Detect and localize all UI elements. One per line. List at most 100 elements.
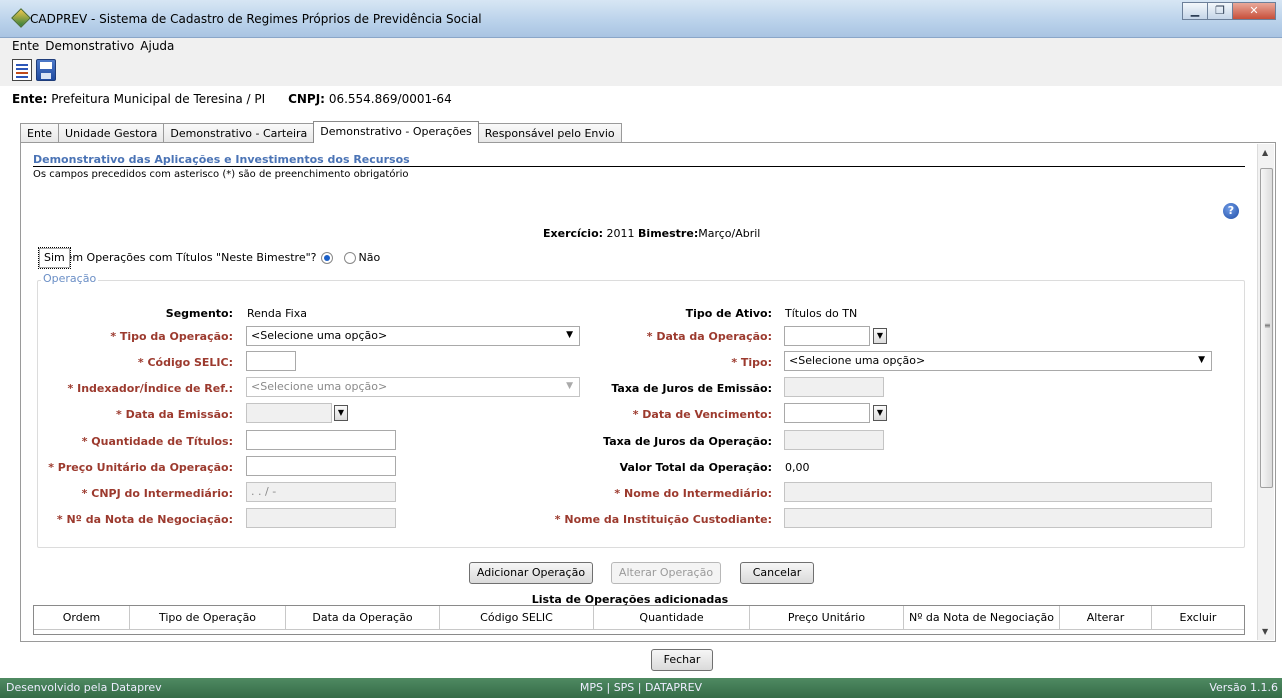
valor-total-value: 0,00 bbox=[785, 461, 810, 474]
cnpj-intermediario-input[interactable]: . . / - bbox=[246, 482, 396, 502]
radio-sim[interactable] bbox=[320, 251, 333, 264]
data-vencimento-label: * Data de Vencimento: bbox=[632, 408, 772, 421]
ente-info: Ente: Prefeitura Municipal de Teresina /… bbox=[12, 92, 452, 106]
segmento-label: Segmento: bbox=[165, 307, 233, 320]
radio-nao-label[interactable]: Não bbox=[359, 251, 381, 264]
calendar-dropdown-icon[interactable]: ▼ bbox=[873, 328, 887, 344]
taxa-emissao-input[interactable] bbox=[784, 377, 884, 397]
data-vencimento-input[interactable] bbox=[784, 403, 870, 423]
tipo-label: * Tipo: bbox=[731, 356, 772, 369]
data-operacao-input[interactable] bbox=[784, 326, 870, 346]
tab-demonstrativo-operacoes[interactable]: Demonstrativo - Operações bbox=[313, 121, 479, 143]
preco-label: * Preço Unitário da Operação: bbox=[48, 461, 233, 474]
operacao-legend: Operação bbox=[41, 272, 99, 285]
table-header: Ordem Tipo de Operação Data da Operação … bbox=[34, 606, 1244, 630]
section-divider bbox=[33, 166, 1245, 167]
indexador-label: * Indexador/Índice de Ref.: bbox=[67, 382, 233, 395]
cancelar-button[interactable]: Cancelar bbox=[740, 562, 814, 584]
data-operacao-label: * Data da Operação: bbox=[646, 330, 772, 343]
radio-nao[interactable] bbox=[343, 251, 356, 264]
tipo-select[interactable]: <Selecione uma opção> ▼ bbox=[784, 351, 1212, 371]
section-title: Demonstrativo das Aplicações e Investime… bbox=[33, 153, 410, 166]
status-version: Versão 1.1.6 bbox=[1209, 681, 1278, 694]
tab-demonstrativo-carteira[interactable]: Demonstrativo - Carteira bbox=[163, 123, 315, 143]
col-preco-unitario[interactable]: Preço Unitário bbox=[750, 606, 904, 629]
valor-total-label: Valor Total da Operação: bbox=[619, 461, 772, 474]
menu-ente[interactable]: Ente bbox=[0, 38, 43, 53]
scroll-up-icon[interactable]: ▲ bbox=[1262, 148, 1268, 157]
custodiante-label: * Nome da Instituição Custodiante: bbox=[554, 513, 772, 526]
title-bar: CADPREV - Sistema de Cadastro de Regimes… bbox=[0, 0, 1282, 38]
question-text: Existem Operações com Títulos "Neste Bim… bbox=[39, 251, 317, 264]
col-tipo-operacao[interactable]: Tipo de Operação bbox=[130, 606, 286, 629]
tab-unidade-gestora[interactable]: Unidade Gestora bbox=[58, 123, 165, 143]
nota-negociacao-label: * Nº da Nota de Negociação: bbox=[56, 513, 233, 526]
taxa-operacao-label: Taxa de Juros da Operação: bbox=[603, 435, 772, 448]
segmento-value: Renda Fixa bbox=[247, 307, 307, 320]
alterar-operacao-button[interactable]: Alterar Operação bbox=[611, 562, 721, 584]
save-icon[interactable] bbox=[36, 59, 56, 81]
col-codigo-selic[interactable]: Código SELIC bbox=[440, 606, 594, 629]
ente-label: Ente: bbox=[12, 92, 48, 106]
fechar-button[interactable]: Fechar bbox=[651, 649, 713, 671]
calendar-dropdown-icon[interactable]: ▼ bbox=[334, 405, 348, 421]
ente-value: Prefeitura Municipal de Teresina / PI bbox=[51, 92, 266, 106]
col-ordem[interactable]: Ordem bbox=[34, 606, 130, 629]
document-icon[interactable] bbox=[12, 59, 32, 81]
codigo-selic-input[interactable] bbox=[246, 351, 296, 371]
tab-responsavel-envio[interactable]: Responsável pelo Envio bbox=[477, 123, 622, 143]
data-emissao-input[interactable] bbox=[246, 403, 332, 423]
operations-table: Ordem Tipo de Operação Data da Operação … bbox=[33, 605, 1245, 635]
quantidade-input[interactable] bbox=[246, 430, 396, 450]
app-icon bbox=[11, 8, 31, 28]
tipo-operacao-label: * Tipo da Operação: bbox=[110, 330, 233, 343]
col-data-operacao[interactable]: Data da Operação bbox=[286, 606, 440, 629]
main-panel: ▲ ≡ ▼ Demonstrativo das Aplicações e Inv… bbox=[20, 142, 1276, 642]
calendar-dropdown-icon[interactable]: ▼ bbox=[873, 405, 887, 421]
window-controls: ▁ ❐ ✕ bbox=[1182, 2, 1276, 20]
custodiante-input[interactable] bbox=[784, 508, 1212, 528]
chevron-down-icon: ▼ bbox=[566, 381, 573, 391]
indexador-select[interactable]: <Selecione uma opção> ▼ bbox=[246, 377, 580, 397]
scroll-down-icon[interactable]: ▼ bbox=[1262, 627, 1268, 636]
minimize-button[interactable]: ▁ bbox=[1182, 2, 1208, 20]
tab-strip: Ente Unidade Gestora Demonstrativo - Car… bbox=[20, 121, 622, 143]
cnpj-intermediario-label: * CNPJ do Intermediário: bbox=[81, 487, 233, 500]
bimestre-label: Bimestre: bbox=[638, 227, 699, 240]
preco-input[interactable] bbox=[246, 456, 396, 476]
toolbar bbox=[0, 56, 1282, 86]
col-alterar[interactable]: Alterar bbox=[1060, 606, 1152, 629]
menu-bar: Ente Demonstrativo Ajuda bbox=[0, 38, 1282, 56]
close-button[interactable]: ✕ bbox=[1232, 2, 1276, 20]
menu-demonstrativo[interactable]: Demonstrativo bbox=[43, 38, 138, 53]
cnpj-value: 06.554.869/0001-64 bbox=[328, 92, 452, 106]
help-icon[interactable]: ? bbox=[1223, 203, 1239, 219]
taxa-emissao-label: Taxa de Juros de Emissão: bbox=[611, 382, 772, 395]
codigo-selic-label: * Código SELIC: bbox=[137, 356, 233, 369]
scroll-thumb[interactable]: ≡ bbox=[1260, 168, 1273, 488]
radio-sim-label[interactable]: Sim bbox=[38, 246, 71, 269]
exercicio-bimestre: Exercício: 2011 Bimestre:Março/Abril bbox=[543, 227, 760, 240]
col-excluir[interactable]: Excluir bbox=[1152, 606, 1244, 629]
adicionar-operacao-button[interactable]: Adicionar Operação bbox=[469, 562, 593, 584]
tab-ente[interactable]: Ente bbox=[20, 123, 60, 143]
tipo-operacao-select[interactable]: <Selecione uma opção> ▼ bbox=[246, 326, 580, 346]
vertical-scrollbar[interactable]: ▲ ≡ ▼ bbox=[1257, 144, 1274, 640]
cnpj-label: CNPJ: bbox=[288, 92, 325, 106]
data-emissao-label: * Data da Emissão: bbox=[116, 408, 233, 421]
maximize-button[interactable]: ❐ bbox=[1207, 2, 1233, 20]
status-bar: Desenvolvido pela Dataprev MPS | SPS | D… bbox=[0, 678, 1282, 698]
nota-negociacao-input[interactable] bbox=[246, 508, 396, 528]
taxa-operacao-input[interactable] bbox=[784, 430, 884, 450]
nome-intermediario-label: * Nome do Intermediário: bbox=[614, 487, 772, 500]
tipo-ativo-label: Tipo de Ativo: bbox=[685, 307, 772, 320]
col-quantidade[interactable]: Quantidade bbox=[594, 606, 750, 629]
status-center: MPS | SPS | DATAPREV bbox=[579, 681, 703, 694]
col-nota-negociacao[interactable]: Nº da Nota de Negociação bbox=[904, 606, 1060, 629]
chevron-down-icon: ▼ bbox=[1198, 355, 1205, 365]
exercicio-value: 2011 bbox=[606, 227, 635, 240]
menu-ajuda[interactable]: Ajuda bbox=[138, 38, 178, 53]
nome-intermediario-input[interactable] bbox=[784, 482, 1212, 502]
tipo-ativo-value: Títulos do TN bbox=[785, 307, 858, 320]
window-title: CADPREV - Sistema de Cadastro de Regimes… bbox=[30, 12, 482, 26]
